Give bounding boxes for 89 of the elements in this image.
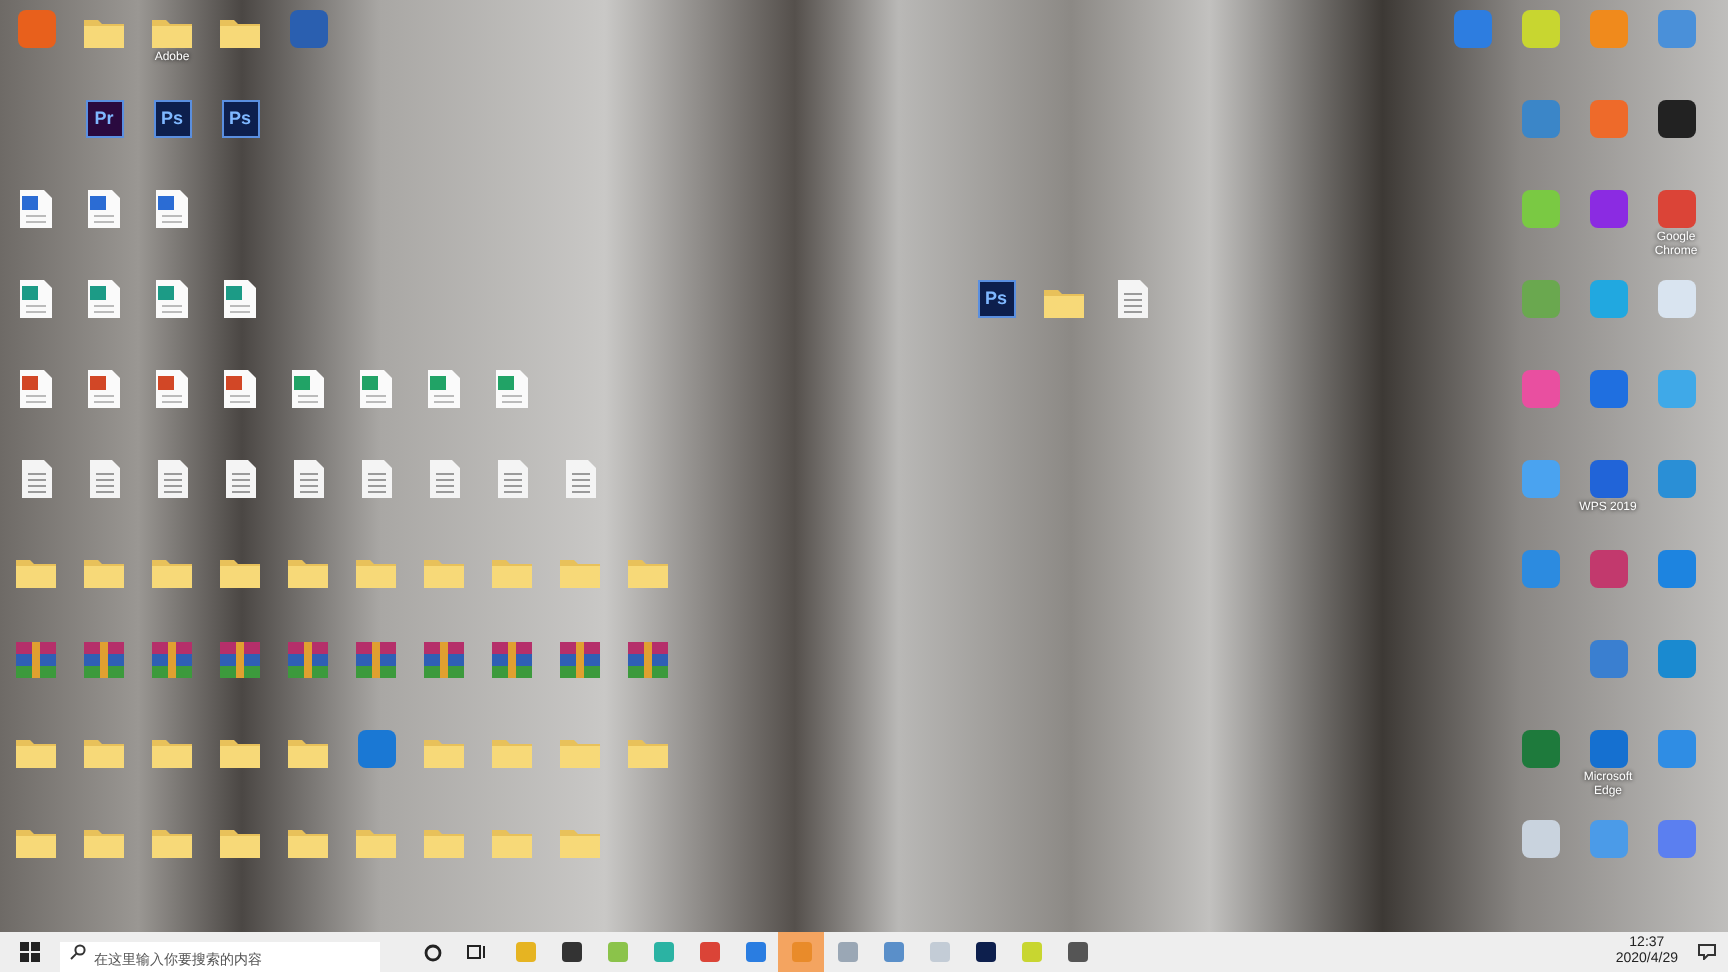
- installer-icon: [20, 280, 52, 318]
- app-icon: [699, 942, 719, 962]
- folder-icon: [84, 556, 124, 588]
- folder-icon: [152, 826, 192, 858]
- folder-icon: [560, 826, 600, 858]
- folder-icon: [84, 826, 124, 858]
- folder-icon: [424, 556, 464, 588]
- app-logo: Ps: [977, 280, 1015, 318]
- folder-icon: [288, 736, 328, 768]
- app-icon: [607, 942, 627, 962]
- installer-icon: [224, 280, 256, 318]
- archive-icon: [628, 642, 668, 678]
- cortana-circle-icon[interactable]: [424, 943, 442, 961]
- slides-document-icon: [224, 370, 256, 408]
- folder-icon: [220, 16, 260, 48]
- folder-icon: [560, 556, 600, 588]
- slides-document-icon: [156, 370, 188, 408]
- spreadsheet-document-icon: [428, 370, 460, 408]
- folder-icon: [220, 736, 260, 768]
- app-icon: [883, 942, 903, 962]
- app-icon: [653, 942, 673, 962]
- folder-icon: [1044, 286, 1084, 318]
- folder-icon: [84, 16, 124, 48]
- folder-icon: [220, 826, 260, 858]
- document-icon: [429, 460, 459, 498]
- folder-icon: [16, 736, 56, 768]
- app-icon: [975, 942, 995, 962]
- document-icon: [497, 460, 527, 498]
- folder-icon: [424, 736, 464, 768]
- folder-icon: [492, 736, 532, 768]
- folder-icon: [560, 736, 600, 768]
- folder-icon: [356, 826, 396, 858]
- windows-logo-icon: [20, 942, 40, 962]
- archive-icon: [560, 642, 600, 678]
- spreadsheet-document-icon: [496, 370, 528, 408]
- folder-icon: [152, 16, 192, 48]
- document-icon: [21, 460, 51, 498]
- folder-icon: [16, 556, 56, 588]
- app-logo: Pr: [85, 100, 123, 138]
- document-icon: [1117, 280, 1147, 318]
- app-icon: [1021, 942, 1041, 962]
- app-logo: Ps: [221, 100, 259, 138]
- notification-icon[interactable]: [1698, 944, 1716, 960]
- archive-icon: [16, 642, 56, 678]
- document-icon: [225, 460, 255, 498]
- archive-icon: [356, 642, 396, 678]
- app-icon: [561, 942, 581, 962]
- word-document-icon: [156, 190, 188, 228]
- folder-icon: [288, 556, 328, 588]
- folder-icon: [16, 826, 56, 858]
- document-icon: [293, 460, 323, 498]
- folder-icon: [288, 826, 328, 858]
- archive-icon: [288, 642, 328, 678]
- folder-icon: [152, 736, 192, 768]
- folder-icon: [84, 736, 124, 768]
- archive-icon: [492, 642, 532, 678]
- installer-icon: [156, 280, 188, 318]
- document-icon: [565, 460, 595, 498]
- spreadsheet-document-icon: [360, 370, 392, 408]
- task-view-icon[interactable]: [466, 944, 486, 960]
- app-icon: [515, 942, 535, 962]
- folder-icon: [220, 556, 260, 588]
- slides-document-icon: [20, 370, 52, 408]
- slides-document-icon: [88, 370, 120, 408]
- installer-icon: [88, 280, 120, 318]
- spreadsheet-document-icon: [292, 370, 324, 408]
- document-icon: [157, 460, 187, 498]
- app-icon: [745, 942, 765, 962]
- word-document-icon: [20, 190, 52, 228]
- app-icon: [929, 942, 949, 962]
- archive-icon: [84, 642, 124, 678]
- folder-icon: [152, 556, 192, 588]
- app-icon: [791, 942, 811, 962]
- app-icon: [1067, 942, 1087, 962]
- folder-icon: [424, 826, 464, 858]
- folder-icon: [628, 736, 668, 768]
- app-logo: Ps: [153, 100, 191, 138]
- search-icon: [70, 944, 86, 960]
- app-icon: [837, 942, 857, 962]
- folder-icon: [356, 556, 396, 588]
- archive-icon: [220, 642, 260, 678]
- word-document-icon: [88, 190, 120, 228]
- archive-icon: [152, 642, 192, 678]
- folder-icon: [492, 556, 532, 588]
- document-icon: [89, 460, 119, 498]
- archive-icon: [424, 642, 464, 678]
- folder-icon: [628, 556, 668, 588]
- folder-icon: [492, 826, 532, 858]
- document-icon: [361, 460, 391, 498]
